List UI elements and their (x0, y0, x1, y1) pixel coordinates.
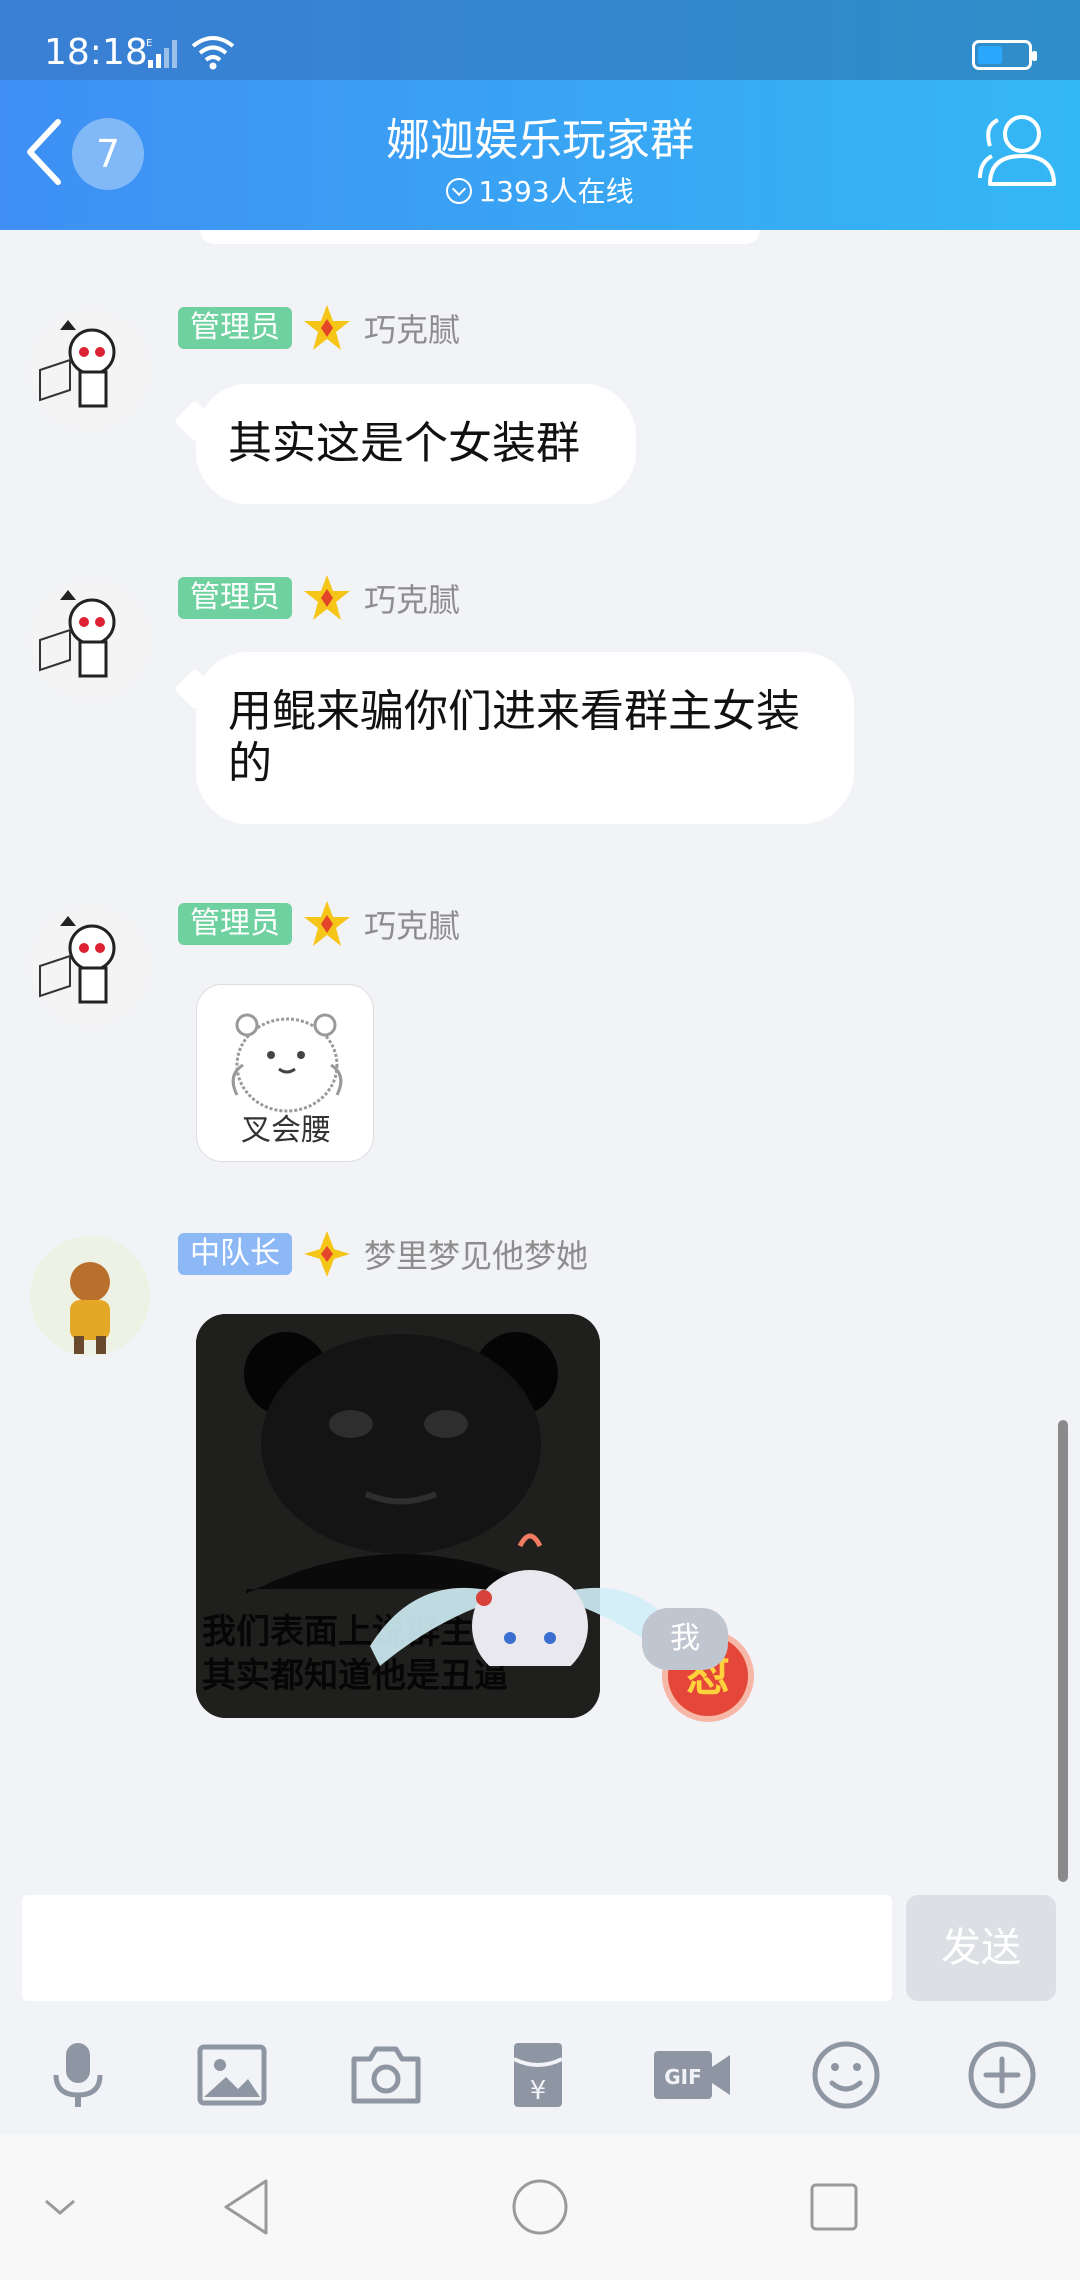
avatar-girl-icon (30, 1236, 150, 1356)
svg-text:¥: ¥ (530, 2076, 547, 2106)
send-button[interactable]: 发送 (906, 1895, 1056, 2001)
message-input[interactable] (22, 1895, 892, 2001)
status-time: 18:18 (44, 32, 148, 73)
avatar[interactable] (30, 310, 150, 430)
image-icon[interactable] (194, 2037, 270, 2113)
avatar-cartoon-icon (30, 906, 150, 1026)
me-badge: 我 (642, 1608, 728, 1670)
message-meta: 管理员 巧克腻 (178, 901, 460, 947)
status-bar: 18:18 E (0, 0, 1080, 80)
nav-home-icon[interactable] (504, 2171, 576, 2243)
message-meta: 中队长 梦里梦见他梦她 (178, 1231, 588, 1277)
role-badge: 管理员 (178, 307, 292, 349)
camera-icon[interactable] (348, 2037, 424, 2113)
level-diamond-icon (304, 1231, 350, 1277)
previous-message-bubble (200, 230, 760, 244)
battery-icon (972, 40, 1037, 70)
svg-text:GIF: GIF (664, 2065, 702, 2089)
sender-name[interactable]: 梦里梦见他梦她 (364, 1231, 588, 1277)
message-meta: 管理员 巧克腻 (178, 305, 460, 351)
mic-icon[interactable] (40, 2037, 116, 2113)
avatar-cartoon-icon (30, 310, 150, 430)
message-bubble[interactable]: 用鲲来骗你们进来看群主女装的 (196, 652, 854, 824)
input-toolbar: ¥ GIF (0, 2015, 1080, 2135)
sender-name[interactable]: 巧克腻 (364, 575, 460, 621)
network-type: E (146, 38, 152, 49)
level-star-icon (304, 305, 350, 350)
emoji-icon[interactable] (808, 2037, 884, 2113)
chevron-down-icon (446, 178, 473, 204)
sender-name[interactable]: 巧克腻 (364, 901, 460, 947)
role-badge: 管理员 (178, 577, 292, 619)
sticker-message[interactable]: 叉会腰 (196, 984, 374, 1162)
plus-icon[interactable] (964, 2037, 1040, 2113)
role-badge: 管理员 (178, 903, 292, 945)
red-packet-icon[interactable]: ¥ (500, 2037, 576, 2113)
group-title[interactable]: 娜迦娱乐玩家群 (0, 104, 1080, 168)
online-count[interactable]: 1393人在线 (0, 170, 1080, 210)
system-navigation-bar (0, 2135, 1080, 2280)
avatar[interactable] (30, 906, 150, 1026)
message-meta: 管理员 巧克腻 (178, 575, 460, 621)
role-badge: 中队长 (178, 1233, 292, 1275)
online-count-text: 1393人在线 (478, 175, 634, 208)
sticker-caption: 叉会腰 (241, 1113, 331, 1148)
avatar[interactable] (30, 580, 150, 700)
message-bubble[interactable]: 其实这是个女装群 (196, 384, 636, 504)
level-star-icon (304, 901, 350, 946)
wifi-icon (191, 36, 235, 70)
avatar-cartoon-icon (30, 580, 150, 700)
group-members-button[interactable] (976, 112, 1058, 188)
signal-icon: E (146, 38, 177, 68)
sender-name[interactable]: 巧克腻 (364, 305, 460, 351)
nav-back-icon[interactable] (212, 2171, 284, 2243)
gif-icon[interactable]: GIF (650, 2037, 734, 2113)
nav-recents-icon[interactable] (798, 2171, 870, 2243)
nav-collapse-icon[interactable] (24, 2171, 96, 2243)
composer: 发送 (0, 1895, 1080, 2005)
level-star-icon (304, 575, 350, 620)
avatar[interactable] (30, 1236, 150, 1356)
scrollbar[interactable] (1058, 1420, 1068, 1882)
